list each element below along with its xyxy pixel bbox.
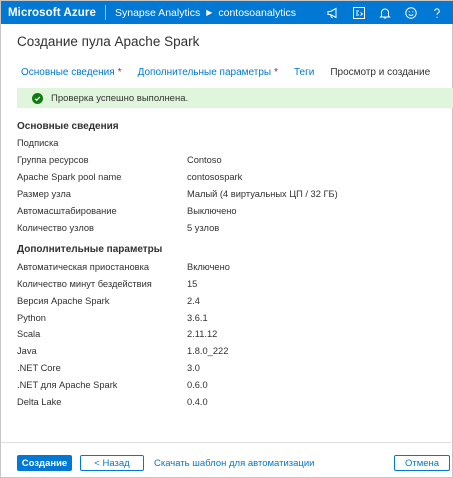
required-marker: *	[117, 67, 122, 78]
summary-row: Подписка	[17, 138, 437, 152]
row-label: Размер узла	[17, 189, 71, 199]
summary-row: Группа ресурсов Contoso	[17, 155, 437, 169]
tab-label: Просмотр и создание	[330, 67, 431, 78]
row-value: 1.8.0_222	[187, 346, 229, 356]
summary-row: Размер узла Малый (4 виртуальных ЦП / 32…	[17, 189, 437, 203]
row-value: Выключено	[187, 206, 237, 216]
row-label: Apache Spark pool name	[17, 172, 122, 182]
validation-message: Проверка успешно выполнена.	[51, 92, 189, 104]
tab-label: Основные сведения	[21, 67, 115, 78]
success-check-icon	[32, 92, 43, 104]
row-label: Автомасштабирование	[17, 206, 117, 216]
row-value: 0.4.0	[187, 397, 208, 407]
summary-row: Python 3.6.1	[17, 313, 437, 327]
row-value: contosospark	[187, 172, 243, 182]
section-heading-advanced: Дополнительные параметры	[17, 244, 163, 255]
portal-switch-icon[interactable]	[348, 1, 370, 24]
row-value: Включено	[187, 262, 230, 272]
topbar-icons	[318, 1, 448, 24]
cancel-button[interactable]: Отмена	[394, 455, 450, 471]
row-value: 15	[187, 279, 198, 289]
megaphone-icon[interactable]	[322, 1, 344, 24]
tab-label: Дополнительные параметры	[137, 67, 272, 78]
summary-row: Количество узлов 5 узлов	[17, 223, 437, 237]
row-value: Малый (4 виртуальных ЦП / 32 ГБ)	[187, 189, 338, 199]
help-icon[interactable]	[426, 1, 448, 24]
back-button[interactable]: < Назад	[80, 455, 144, 471]
section-heading-basics: Основные сведения	[17, 121, 119, 132]
row-label: .NET Core	[17, 363, 61, 373]
row-value: Contoso	[187, 155, 222, 165]
create-button[interactable]: Создание	[17, 455, 72, 471]
row-value: 5 узлов	[187, 223, 220, 233]
row-label: Подписка	[17, 138, 59, 148]
tab-additional-settings[interactable]: Дополнительные параметры *	[138, 67, 278, 87]
summary-row: Java 1.8.0_222	[17, 346, 437, 360]
breadcrumb: Synapse Analytics ▶ contosoanalytics	[106, 7, 296, 19]
summary-row: Автомасштабирование Выключено	[17, 206, 437, 220]
portal-window: Microsoft Azure Synapse Analytics ▶ cont…	[0, 0, 453, 478]
azure-brand-link[interactable]: Microsoft Azure	[1, 7, 105, 19]
download-template-link[interactable]: Скачать шаблон для автоматизации	[154, 458, 314, 469]
row-label: Количество узлов	[17, 223, 94, 233]
summary-row: Автоматическая приостановка Включено	[17, 262, 437, 276]
footer-divider	[1, 442, 453, 443]
bell-icon[interactable]	[374, 1, 396, 24]
summary-row: Delta Lake 0.4.0	[17, 397, 437, 411]
row-value: 2.4	[187, 296, 200, 306]
row-label: Java	[17, 346, 37, 356]
wizard-tabs: Основные сведения * Дополнительные параме…	[21, 67, 446, 90]
smiley-icon[interactable]	[400, 1, 422, 24]
row-label: Версия Apache Spark	[17, 296, 110, 306]
row-label: Scala	[17, 329, 41, 339]
row-label: Python	[17, 313, 46, 323]
summary-row: Версия Apache Spark 2.4	[17, 296, 437, 310]
summary-row: Количество минут бездействия 15	[17, 279, 437, 293]
row-label: .NET для Apache Spark	[17, 380, 118, 390]
required-marker: *	[274, 67, 278, 78]
page-title: Создание пула Apache Spark	[17, 34, 200, 49]
summary-row: .NET Core 3.0	[17, 363, 437, 377]
top-bar: Microsoft Azure Synapse Analytics ▶ cont…	[1, 1, 453, 24]
row-value: 3.6.1	[187, 313, 208, 323]
row-value: 0.6.0	[187, 380, 208, 390]
chevron-right-icon: ▶	[206, 8, 213, 17]
row-label: Количество минут бездействия	[17, 279, 152, 289]
validation-banner: Проверка успешно выполнена.	[17, 88, 453, 108]
summary-row: Scala 2.11.12	[17, 329, 437, 343]
summary-row: Apache Spark pool name contosospark	[17, 172, 437, 186]
breadcrumb-item-synapse[interactable]: Synapse Analytics	[115, 7, 200, 19]
tab-basics[interactable]: Основные сведения *	[21, 67, 122, 87]
row-value: 3.0	[187, 363, 200, 373]
row-label: Автоматическая приостановка	[17, 262, 150, 272]
tab-label: Теги	[293, 67, 315, 78]
breadcrumb-item-workspace[interactable]: contosoanalytics	[218, 7, 296, 19]
summary-row: .NET для Apache Spark 0.6.0	[17, 380, 437, 394]
tab-review-create[interactable]: Просмотр и создание	[330, 67, 431, 90]
row-label: Delta Lake	[17, 397, 62, 407]
tab-tags[interactable]: Теги	[294, 67, 314, 87]
row-label: Группа ресурсов	[17, 155, 89, 165]
row-value: 2.11.12	[187, 329, 218, 339]
